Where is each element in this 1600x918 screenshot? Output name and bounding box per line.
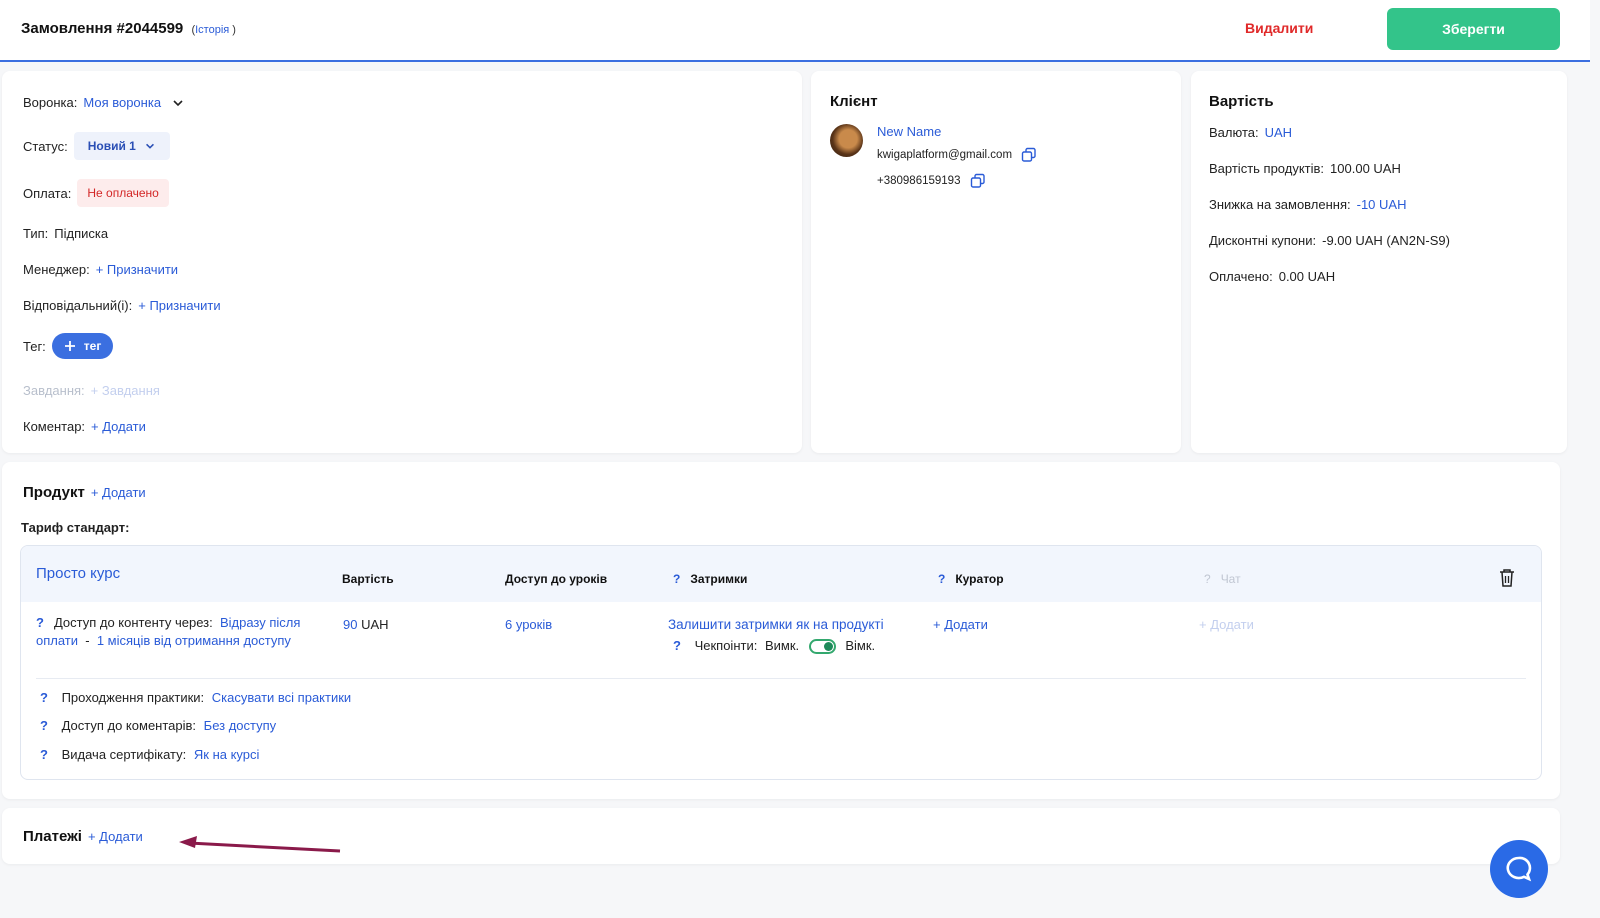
col-access: Доступ до уроків xyxy=(505,572,608,586)
add-payment-link[interactable]: + Додати xyxy=(88,829,143,844)
product-title: Продукт xyxy=(23,484,85,501)
delays-link[interactable]: Залишити затримки як на продукті xyxy=(668,617,884,632)
col-price: Вартість xyxy=(342,572,394,586)
client-card: Клієнт New Name kwigaplatform@gmail.com … xyxy=(811,71,1181,453)
client-phone: +380986159193 xyxy=(877,175,961,188)
payments-title: Платежі xyxy=(23,828,82,845)
manager-row: Менеджер: + Призначити xyxy=(23,262,179,277)
funnel-select[interactable]: Моя воронка xyxy=(83,95,161,110)
access-period-link[interactable]: 1 місяців від отримання доступу xyxy=(97,633,291,648)
help-icon[interactable]: ? xyxy=(40,690,48,705)
payment-row: Оплата: Не оплачено xyxy=(23,179,169,207)
task-row: Завдання: + Завдання xyxy=(23,383,160,398)
comments-access-link[interactable]: Без доступу xyxy=(204,718,277,733)
add-tag-button[interactable]: тег xyxy=(51,333,114,359)
chevron-down-icon[interactable] xyxy=(171,96,185,110)
history-wrapper: (Історія ) xyxy=(191,24,236,36)
assign-responsible-link[interactable]: + Призначити xyxy=(138,298,220,313)
certificate-link[interactable]: Як на курсі xyxy=(194,747,260,762)
annotation-arrow xyxy=(179,836,341,853)
copy-icon[interactable] xyxy=(1021,147,1037,163)
tag-row: Тег: тег xyxy=(23,333,114,359)
add-chat-link[interactable]: + Додати xyxy=(1199,617,1254,632)
currency-row: Валюта: UAH xyxy=(1209,125,1293,140)
avatar[interactable] xyxy=(830,124,863,157)
client-title: Клієнт xyxy=(830,93,878,110)
chevron-down-icon xyxy=(145,143,154,149)
responsible-row: Відповідальний(і): + Призначити xyxy=(23,298,221,313)
product-title-row: Продукт + Додати xyxy=(23,484,146,501)
product-header xyxy=(21,546,1541,602)
chat-button[interactable] xyxy=(1490,840,1548,898)
help-icon[interactable]: ? xyxy=(1204,572,1211,586)
col-chat: ? Чат xyxy=(1204,572,1241,586)
course-name-link[interactable]: Просто курс xyxy=(36,565,120,582)
divider xyxy=(36,678,1526,679)
history-link[interactable]: Історія xyxy=(195,24,229,36)
payments-title-row: Платежі + Додати xyxy=(23,828,143,845)
products-cost-row: Вартість продуктів: 100.00 UAH xyxy=(1209,161,1401,176)
lessons-link[interactable]: 6 уроків xyxy=(505,617,552,632)
paid-row: Оплачено: 0.00 UAH xyxy=(1209,269,1336,284)
col-delays: ? Затримки xyxy=(673,572,748,586)
cost-title: Вартість xyxy=(1209,93,1274,110)
practice-link[interactable]: Скасувати всі практики xyxy=(212,690,351,705)
client-phone-row: +380986159193 xyxy=(877,173,986,189)
order-info-card: Воронка: Моя воронка Статус: Новий 1 Опл… xyxy=(2,71,802,453)
add-task-link[interactable]: + Завдання xyxy=(91,383,160,398)
type-value: Підписка xyxy=(54,226,109,241)
copy-icon[interactable] xyxy=(970,173,986,189)
save-button[interactable]: Зберегти xyxy=(1387,8,1560,50)
delete-button[interactable]: Видалити xyxy=(1245,20,1313,36)
price-link[interactable]: 90 xyxy=(343,617,357,632)
payment-status-badge: Не оплачено xyxy=(77,179,169,207)
access-via: ? Доступ до контенту через: Відразу після… xyxy=(36,615,301,648)
add-product-link[interactable]: + Додати xyxy=(91,485,146,500)
trash-icon[interactable] xyxy=(1498,568,1516,588)
add-curator-link[interactable]: + Додати xyxy=(933,617,988,632)
checkpoints-toggle[interactable] xyxy=(808,639,836,655)
help-icon[interactable]: ? xyxy=(673,638,681,653)
practice-row: ? Проходження практики: Скасувати всі пр… xyxy=(40,690,352,705)
currency-select[interactable]: UAH xyxy=(1265,125,1292,140)
price-value: 90 UAH xyxy=(343,617,389,632)
status-row: Статус: Новий 1 xyxy=(23,132,170,160)
help-icon[interactable]: ? xyxy=(40,718,48,733)
cost-card: Вартість Валюта: UAH Вартість продуктів:… xyxy=(1191,71,1567,453)
status-select[interactable]: Новий 1 xyxy=(73,132,170,160)
header-bar: Замовлення #2044599 (Історія ) Видалити … xyxy=(0,0,1590,62)
assign-manager-link[interactable]: + Призначити xyxy=(96,262,178,277)
funnel-row: Воронка: Моя воронка xyxy=(23,95,185,110)
type-row: Тип: Підписка xyxy=(23,226,109,241)
help-icon[interactable]: ? xyxy=(938,572,945,586)
discount-row: Знижка на замовлення: -10 UAH xyxy=(1209,197,1407,212)
chat-bubble-icon xyxy=(1506,856,1532,882)
comments-access-row: ? Доступ до коментарів: Без доступу xyxy=(40,718,277,733)
add-comment-link[interactable]: + Додати xyxy=(91,419,146,434)
comment-row: Коментар: + Додати xyxy=(23,419,146,434)
col-curator: ? Куратор xyxy=(938,572,1004,586)
page-title: Замовлення #2044599 (Історія ) xyxy=(21,20,236,37)
checkpoints-row: ? Чекпоінти: Вимк. Вімк. xyxy=(673,638,876,655)
plus-icon xyxy=(64,341,75,351)
client-name-link[interactable]: New Name xyxy=(877,124,941,139)
certificate-row: ? Видача сертифікату: Як на курсі xyxy=(40,747,260,762)
help-icon[interactable]: ? xyxy=(40,747,48,762)
tariff-label: Тариф стандарт: xyxy=(21,520,130,535)
client-email: kwigaplatform@gmail.com xyxy=(877,149,1013,162)
discount-link[interactable]: -10 UAH xyxy=(1357,197,1407,212)
product-item: Просто курс Вартість Доступ до уроків ? З… xyxy=(20,545,1542,780)
help-icon[interactable]: ? xyxy=(673,572,680,586)
client-email-row: kwigaplatform@gmail.com xyxy=(877,147,1037,163)
help-icon[interactable]: ? xyxy=(36,615,44,630)
coupons-row: Дисконтні купони: -9.00 UAH (AN2N-S9) xyxy=(1209,233,1450,248)
